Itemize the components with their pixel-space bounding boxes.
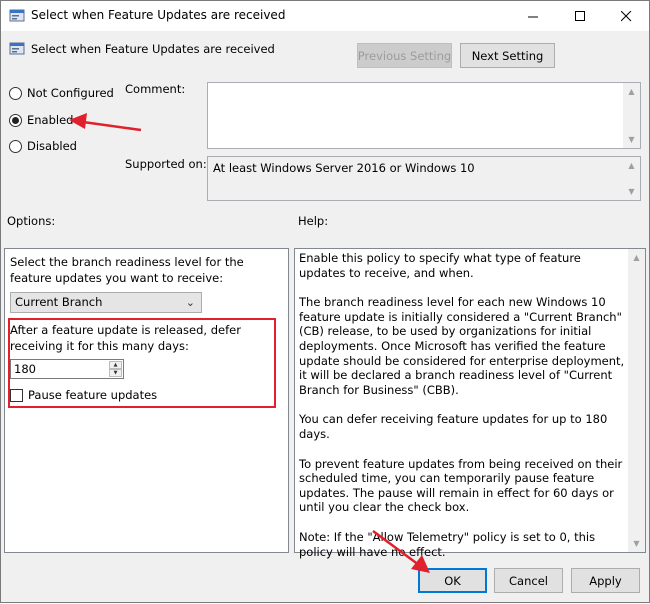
- radio-circle[interactable]: [9, 113, 22, 127]
- help-paragraph: You can defer receiving feature updates …: [299, 412, 608, 441]
- close-icon: [620, 10, 631, 21]
- scroll-up-icon[interactable]: ▲: [628, 249, 645, 266]
- cancel-button[interactable]: Cancel: [494, 568, 563, 593]
- help-text: Enable this policy to specify what type …: [299, 251, 629, 574]
- supported-on-value: At least Windows Server 2016 or Windows …: [213, 161, 475, 175]
- scroll-down-icon[interactable]: ▼: [628, 535, 645, 552]
- options-heading: Options:: [7, 214, 56, 228]
- help-panel: Enable this policy to specify what type …: [294, 248, 646, 559]
- radio-enabled[interactable]: Enabled: [9, 113, 73, 127]
- supported-on-label: Supported on:: [125, 157, 207, 171]
- minimize-button[interactable]: [510, 1, 556, 31]
- scroll-up-icon[interactable]: ▲: [623, 157, 640, 174]
- previous-setting-button[interactable]: Previous Setting: [357, 43, 452, 68]
- ok-button[interactable]: OK: [418, 568, 487, 593]
- help-heading: Help:: [298, 214, 329, 228]
- radio-label: Disabled: [27, 139, 77, 153]
- maximize-button[interactable]: [557, 1, 603, 31]
- title-bar[interactable]: Select when Feature Updates are received: [1, 1, 649, 31]
- maximize-icon: [574, 10, 585, 21]
- scroll-down-icon[interactable]: ▼: [623, 183, 640, 200]
- policy-editor-icon: [9, 8, 25, 24]
- comment-label: Comment:: [125, 82, 186, 96]
- supported-scrollbar[interactable]: ▲ ▼: [623, 157, 640, 200]
- radio-disabled[interactable]: Disabled: [9, 139, 77, 153]
- radio-label: Not Configured: [27, 86, 114, 100]
- annotation-highlight-box: [8, 318, 276, 408]
- help-paragraph: The branch readiness level for each new …: [299, 295, 625, 397]
- close-button[interactable]: [603, 1, 649, 31]
- window-title: Select when Feature Updates are received: [31, 8, 286, 22]
- setting-name: Select when Feature Updates are received: [31, 42, 275, 56]
- scroll-down-icon[interactable]: ▼: [623, 131, 640, 148]
- chevron-down-icon: ⌄: [185, 296, 195, 309]
- branch-selected-value: Current Branch: [15, 295, 103, 309]
- arrow-to-enabled-icon: [69, 113, 142, 132]
- radio-circle[interactable]: [9, 139, 22, 153]
- scroll-up-icon[interactable]: ▲: [623, 83, 640, 100]
- options-panel: Select the branch readiness level for th…: [4, 248, 289, 553]
- radio-not-configured[interactable]: Not Configured: [9, 86, 114, 100]
- help-paragraph: Enable this policy to specify what type …: [299, 251, 581, 280]
- comment-scrollbar[interactable]: ▲ ▼: [623, 83, 640, 148]
- help-scrollbar[interactable]: ▲ ▼: [628, 249, 645, 552]
- radio-circle[interactable]: [9, 86, 22, 100]
- help-paragraph: To prevent feature updates from being re…: [299, 456, 623, 515]
- setting-icon: [9, 41, 25, 57]
- branch-dropdown[interactable]: Current Branch ⌄: [10, 292, 202, 313]
- minimize-icon: [527, 16, 538, 17]
- comment-textarea[interactable]: ▲ ▼: [207, 82, 641, 149]
- apply-button[interactable]: Apply: [571, 568, 640, 593]
- next-setting-button[interactable]: Next Setting: [460, 43, 555, 68]
- radio-label: Enabled: [27, 113, 74, 127]
- branch-prompt: Select the branch readiness level for th…: [10, 255, 244, 285]
- supported-on-field: At least Windows Server 2016 or Windows …: [207, 156, 641, 201]
- help-paragraph: Note: If the "Allow Telemetry" policy is…: [299, 529, 596, 559]
- dialog-window: Select when Feature Updates are received…: [0, 0, 650, 603]
